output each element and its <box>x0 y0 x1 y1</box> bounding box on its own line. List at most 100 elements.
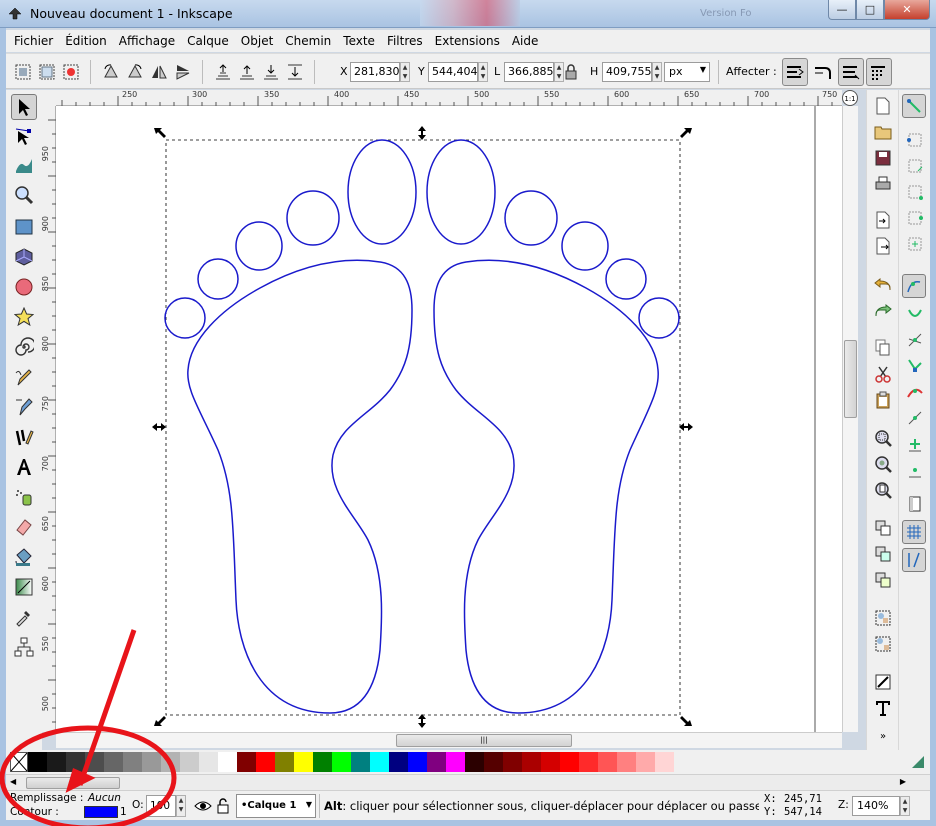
zoom-input[interactable]: 140% <box>852 796 900 816</box>
fill-stroke-button[interactable] <box>873 672 893 692</box>
snap-bbox-midpoint-button[interactable] <box>905 208 925 228</box>
x-spinner[interactable]: ▲ ▼ <box>400 62 410 82</box>
flip-horizontal-icon[interactable] <box>150 63 168 81</box>
color-swatch[interactable] <box>389 752 408 772</box>
tweak-tool[interactable] <box>11 152 37 178</box>
vertical-scroll-thumb[interactable] <box>844 340 857 418</box>
color-swatch[interactable] <box>522 752 541 772</box>
color-swatch[interactable] <box>313 752 332 772</box>
select-all-layers-icon[interactable] <box>38 63 56 81</box>
zoom-drawing-button[interactable] <box>873 454 893 474</box>
height-spinner[interactable]: ▲ ▼ <box>652 62 662 82</box>
y-spinner[interactable]: ▲ ▼ <box>478 62 488 82</box>
drawing-canvas[interactable] <box>56 106 842 732</box>
snap-guides-button[interactable] <box>902 548 926 572</box>
duplicate-button[interactable] <box>873 518 893 538</box>
color-swatch[interactable] <box>28 752 47 772</box>
vertical-ruler[interactable]: 950 900 850 800 750 700 650 600 550 500 <box>40 106 56 732</box>
unit-select[interactable]: px ▼ <box>664 62 710 82</box>
snap-smooth-nodes-button[interactable] <box>905 382 925 402</box>
connector-tool[interactable] <box>11 634 37 660</box>
color-swatch[interactable] <box>66 752 85 772</box>
color-swatch[interactable] <box>275 752 294 772</box>
color-swatch[interactable] <box>256 752 275 772</box>
snap-bbox-center-button[interactable] <box>905 234 925 254</box>
color-swatch[interactable] <box>294 752 313 772</box>
horizontal-scrollbar[interactable]: ||| <box>56 732 842 748</box>
undo-button[interactable] <box>873 274 893 294</box>
flip-vertical-icon[interactable] <box>174 63 192 81</box>
import-button[interactable] <box>873 210 893 230</box>
rectangle-tool[interactable] <box>11 214 37 240</box>
zoom-selection-button[interactable] <box>873 428 893 448</box>
3d-box-tool[interactable] <box>11 244 37 270</box>
rotate-ccw-icon[interactable] <box>102 63 120 81</box>
x-input[interactable]: 281,830 <box>350 62 400 82</box>
ellipse-tool[interactable] <box>11 274 37 300</box>
feet-drawing[interactable] <box>164 139 680 714</box>
new-document-button[interactable] <box>873 96 893 116</box>
color-swatch[interactable] <box>370 752 389 772</box>
ungroup-button[interactable] <box>873 634 893 654</box>
color-swatch[interactable] <box>104 752 123 772</box>
color-swatch[interactable] <box>237 752 256 772</box>
unlink-clone-button[interactable] <box>873 570 893 590</box>
cut-button[interactable] <box>873 364 893 384</box>
snap-grid-button[interactable] <box>902 520 926 544</box>
vertical-scrollbar[interactable] <box>842 106 858 732</box>
spray-tool[interactable] <box>11 484 37 510</box>
color-swatch[interactable] <box>180 752 199 772</box>
maximize-button[interactable]: □ <box>856 0 884 20</box>
menu-calque[interactable]: Calque <box>187 34 229 48</box>
color-swatch[interactable] <box>484 752 503 772</box>
affect-pattern-button[interactable] <box>866 58 892 86</box>
lower-icon[interactable] <box>262 63 280 81</box>
color-swatch[interactable] <box>47 752 66 772</box>
menu-edition[interactable]: Édition <box>65 34 107 48</box>
menu-extensions[interactable]: Extensions <box>435 34 500 48</box>
fill-value[interactable]: Aucun <box>88 792 121 804</box>
spiral-tool[interactable] <box>11 334 37 360</box>
star-tool[interactable] <box>11 304 37 330</box>
horizontal-scroll-thumb[interactable]: ||| <box>396 734 572 747</box>
zoom-page-button[interactable] <box>873 480 893 500</box>
menu-filtres[interactable]: Filtres <box>387 34 423 48</box>
zoom-tool[interactable] <box>11 182 37 208</box>
palette-scrollbar[interactable]: ◀ ▶ <box>6 774 930 790</box>
copy-button[interactable] <box>873 338 893 358</box>
affect-stroke-button[interactable] <box>782 58 808 86</box>
bezier-tool[interactable] <box>11 394 37 420</box>
snap-bbox-edge-button[interactable] <box>905 156 925 176</box>
color-swatch[interactable] <box>218 752 237 772</box>
menu-texte[interactable]: Texte <box>343 34 375 48</box>
palette-scroll-thumb[interactable] <box>26 777 120 789</box>
color-swatch[interactable] <box>636 752 655 772</box>
y-input[interactable]: 544,404 <box>428 62 478 82</box>
lock-icon[interactable] <box>216 798 230 814</box>
color-swatch[interactable] <box>161 752 180 772</box>
more-commands-button[interactable]: » <box>873 726 893 746</box>
raise-to-top-icon[interactable] <box>214 63 232 81</box>
affect-corners-button[interactable] <box>810 58 836 86</box>
scroll-right-icon[interactable]: ▶ <box>900 777 906 786</box>
menu-aide[interactable]: Aide <box>512 34 539 48</box>
color-swatch[interactable] <box>465 752 484 772</box>
menu-chemin[interactable]: Chemin <box>285 34 331 48</box>
color-swatch[interactable] <box>541 752 560 772</box>
snap-midpoints-button[interactable] <box>905 408 925 428</box>
group-button[interactable] <box>873 608 893 628</box>
color-swatch[interactable] <box>617 752 636 772</box>
menu-fichier[interactable]: Fichier <box>14 34 53 48</box>
clone-button[interactable] <box>873 544 893 564</box>
zoom-spinner[interactable]: ▲ ▼ <box>900 796 910 816</box>
close-button[interactable]: ✕ <box>884 0 930 20</box>
export-button[interactable] <box>873 236 893 256</box>
print-button[interactable] <box>873 174 893 194</box>
lower-to-bottom-icon[interactable] <box>286 63 304 81</box>
color-swatch[interactable] <box>579 752 598 772</box>
snap-rotation-center-button[interactable] <box>905 460 925 480</box>
eraser-tool[interactable] <box>11 514 37 540</box>
zoom-1to1-button[interactable]: 1:1 <box>842 90 858 106</box>
color-swatch[interactable] <box>560 752 579 772</box>
menu-objet[interactable]: Objet <box>241 34 273 48</box>
